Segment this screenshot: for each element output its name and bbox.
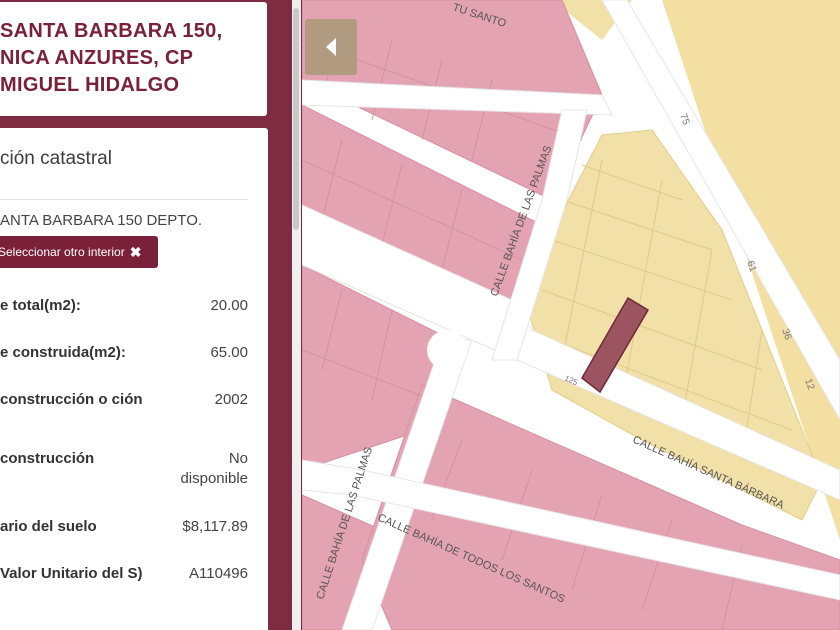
divider — [0, 199, 248, 200]
row-label: Valor Unitario del S) — [0, 565, 143, 582]
row-label: e construida(m2): — [0, 344, 126, 361]
cadastral-info-card: ción catastral ANTA BARBARA 150 DEPTO. S… — [0, 128, 268, 630]
sidebar-scrollbar[interactable] — [292, 0, 301, 630]
address-line-2: NICA ANZURES, CP — [0, 47, 194, 69]
info-title: ción catastral — [0, 148, 112, 169]
row-value: $8,117.89 — [182, 518, 248, 535]
row-value: 65.00 — [210, 344, 248, 361]
select-other-interior-button[interactable]: Seleccionar otro interior ✖ — [0, 236, 158, 268]
row-label: construcción — [0, 450, 95, 467]
row-label: ario del suelo — [0, 518, 97, 535]
chevron-left-icon — [326, 38, 336, 56]
row-value: 20.00 — [210, 297, 248, 314]
close-icon: ✖ — [129, 243, 142, 260]
row-value: No disponible — [180, 450, 248, 487]
info-sidebar: SANTA BARBARA 150, NICA ANZURES, CP MIGU… — [0, 0, 290, 630]
address-line-3: MIGUEL HIDALGO — [0, 74, 180, 96]
roundabout-upper — [445, 290, 489, 334]
address-line-1: SANTA BARBARA 150, — [0, 20, 223, 42]
address-card: SANTA BARBARA 150, NICA ANZURES, CP MIGU… — [0, 2, 267, 116]
select-button-label: Seleccionar otro interior — [0, 245, 125, 259]
row-label: e total(m2): — [0, 297, 81, 314]
row-label: construcción o ción — [0, 391, 143, 408]
row-value: A110496 — [189, 565, 248, 582]
row-value: 2002 — [214, 391, 248, 408]
info-subtitle: ANTA BARBARA 150 DEPTO. — [0, 212, 203, 229]
back-button[interactable] — [305, 19, 357, 75]
map-view[interactable]: CALLE BAHÍA DE LAS PALMAS CALLE BAHÍA DE… — [302, 0, 840, 630]
map-canvas[interactable]: CALLE BAHÍA DE LAS PALMAS CALLE BAHÍA DE… — [302, 0, 840, 630]
roundabout-lower — [427, 330, 467, 370]
scrollbar-thumb[interactable] — [293, 8, 299, 230]
